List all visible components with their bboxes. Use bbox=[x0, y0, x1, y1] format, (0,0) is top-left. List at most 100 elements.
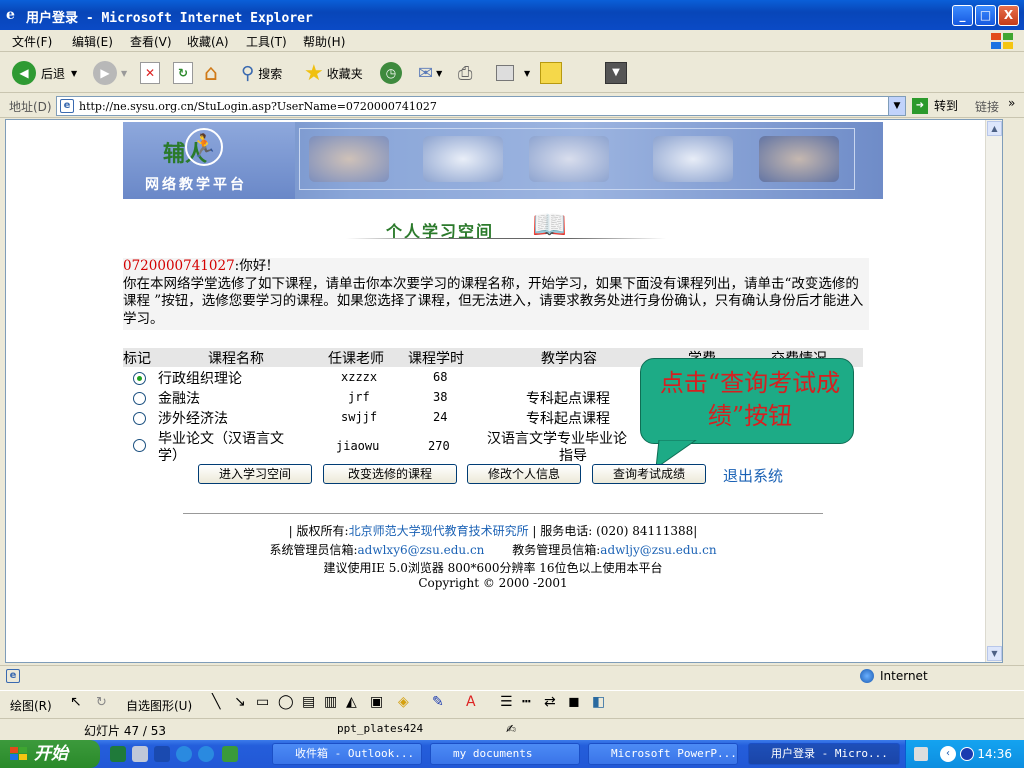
vertical-scrollbar[interactable]: ▲ ▼ bbox=[985, 120, 1002, 662]
course-name-1[interactable]: 金融法 bbox=[158, 388, 200, 408]
course-radio-1[interactable] bbox=[133, 392, 146, 405]
start-label: 开始 bbox=[34, 744, 68, 764]
fill-color-icon[interactable]: ◈ bbox=[398, 694, 409, 710]
stop-button[interactable]: ✕ bbox=[140, 59, 160, 87]
menu-tools[interactable]: 工具(T) bbox=[246, 33, 287, 50]
eduadmin-email[interactable]: adwljy@zsu.edu.cn bbox=[600, 543, 716, 557]
print-button[interactable]: ⎙ bbox=[458, 59, 472, 87]
rotate-icon[interactable]: ↻ bbox=[96, 695, 107, 710]
content-3-line1: 汉语言文学专业毕业论 bbox=[487, 431, 627, 447]
favorites-button[interactable]: ★ 收藏夹 bbox=[304, 59, 363, 87]
change-courses-button[interactable]: 改变选修的课程 bbox=[323, 464, 457, 484]
keyboard-icon[interactable] bbox=[914, 747, 928, 761]
line-tool-icon[interactable]: ╲ bbox=[212, 694, 220, 710]
diagram-tool-icon[interactable]: ◭ bbox=[346, 694, 357, 710]
ie-quicklaunch-icon-2[interactable] bbox=[198, 746, 214, 762]
oval-tool-icon[interactable]: ◯ bbox=[278, 694, 294, 710]
shadow-icon[interactable]: ◼ bbox=[568, 694, 580, 710]
line-style-icon[interactable]: ☰ bbox=[500, 694, 513, 710]
course-name-0[interactable]: 行政组织理论 bbox=[158, 368, 242, 388]
security-zone: Internet bbox=[860, 669, 928, 683]
edit-button[interactable]: ▼ bbox=[496, 59, 530, 87]
home-button[interactable]: ⌂ bbox=[204, 59, 218, 87]
rectangle-tool-icon[interactable]: ▭ bbox=[256, 694, 269, 710]
forward-button[interactable]: ▶ ▼ bbox=[93, 59, 127, 87]
line-color-icon[interactable]: ✎ bbox=[432, 694, 444, 710]
search-button[interactable]: ⚲ 搜索 bbox=[241, 59, 282, 87]
course-radio-3[interactable] bbox=[133, 439, 146, 452]
note-icon bbox=[540, 62, 562, 84]
address-input[interactable]: e http://ne.sysu.org.cn/StuLogin.asp?Use… bbox=[56, 96, 906, 116]
arrow-style-icon[interactable]: ⇄ bbox=[544, 694, 556, 710]
header-teacher: 任课老师 bbox=[328, 351, 384, 367]
task-outlook[interactable]: 收件箱 - Outlook... bbox=[272, 743, 422, 765]
select-pointer-icon[interactable]: ↖ bbox=[70, 694, 82, 710]
chevron-right-icon[interactable]: » bbox=[1008, 96, 1015, 110]
print-icon: ⎙ bbox=[458, 62, 473, 84]
search-label: 搜索 bbox=[258, 66, 283, 81]
chevron-left-icon[interactable]: ‹ bbox=[940, 746, 956, 762]
callout-text: 点击“查询考试成绩”按钮 bbox=[659, 369, 841, 430]
excel-icon[interactable] bbox=[110, 746, 126, 762]
course-name-3-line2[interactable]: 学） bbox=[158, 445, 186, 465]
content-2: 专科起点课程 bbox=[526, 411, 610, 427]
page-status-icon: e bbox=[6, 669, 20, 683]
go-button[interactable]: ➜ 转到 bbox=[912, 97, 958, 114]
messenger-button[interactable]: ▼ bbox=[605, 59, 627, 87]
task-ie[interactable]: 用户登录 - Micro... bbox=[748, 743, 900, 765]
task-my-documents[interactable]: my documents bbox=[430, 743, 580, 765]
enter-study-space-button[interactable]: 进入学习空间 bbox=[198, 464, 312, 484]
course-radio-0[interactable] bbox=[133, 372, 146, 385]
menu-favorites[interactable]: 收藏(A) bbox=[187, 33, 229, 50]
org-link[interactable]: 北京师范大学现代教育技术研究所 bbox=[349, 524, 529, 538]
clipart-tool-icon[interactable]: ▣ bbox=[370, 694, 383, 710]
mail-button[interactable]: ✉ ▼ bbox=[418, 59, 442, 87]
history-button[interactable]: ◷ bbox=[380, 59, 402, 87]
course-radio-2[interactable] bbox=[133, 412, 146, 425]
site-logo: 辅人 🏃 网络教学平台 bbox=[123, 122, 295, 199]
menu-help[interactable]: 帮助(H) bbox=[303, 33, 345, 50]
title-bar[interactable]: e 用户登录 - Microsoft Internet Explorer _ □… bbox=[0, 0, 1024, 30]
messenger-tray-icon[interactable] bbox=[960, 747, 974, 761]
menu-edit[interactable]: 编辑(E) bbox=[72, 33, 113, 50]
desktop-icon[interactable] bbox=[132, 746, 148, 762]
title-divider bbox=[346, 238, 666, 239]
close-button[interactable]: X bbox=[998, 5, 1019, 26]
menu-view[interactable]: 查看(V) bbox=[130, 33, 172, 50]
word-icon[interactable] bbox=[154, 746, 170, 762]
refresh-button[interactable]: ↻ bbox=[173, 59, 193, 87]
font-color-icon[interactable]: A bbox=[466, 694, 476, 710]
service-phone: | 服务电话: (020) 84111388| bbox=[528, 524, 698, 538]
intro-text: 0720000741027:你好! 你在本网络学堂选修了如下课程，请单击你本次要… bbox=[123, 258, 869, 330]
3d-icon[interactable]: ◧ bbox=[592, 694, 605, 710]
task-powerpoint[interactable]: Microsoft PowerP... bbox=[588, 743, 738, 765]
modify-info-button[interactable]: 修改个人信息 bbox=[467, 464, 581, 484]
scroll-up-icon[interactable]: ▲ bbox=[987, 121, 1002, 136]
links-button[interactable]: 链接 bbox=[975, 98, 999, 115]
course-name-2[interactable]: 涉外经济法 bbox=[158, 408, 228, 428]
space-title: 个人学习空间 📖 bbox=[346, 208, 666, 244]
chevron-down-icon[interactable]: ▼ bbox=[888, 97, 905, 115]
callout-bubble: 点击“查询考试成绩”按钮 bbox=[640, 358, 854, 444]
sysadmin-email[interactable]: adwlxy6@zsu.edu.cn bbox=[357, 543, 484, 557]
scroll-down-icon[interactable]: ▼ bbox=[987, 646, 1002, 661]
arrow-tool-icon[interactable]: ↘ bbox=[234, 694, 246, 710]
menu-file[interactable]: 文件(F) bbox=[12, 33, 52, 50]
note-button[interactable] bbox=[540, 59, 562, 87]
ie-quicklaunch-icon[interactable] bbox=[176, 746, 192, 762]
start-button[interactable]: 开始 bbox=[0, 740, 100, 768]
logout-link[interactable]: 退出系统 bbox=[723, 465, 783, 486]
autoshape-menu[interactable]: 自选图形(U) bbox=[126, 697, 192, 714]
textbox-tool-icon[interactable]: ▤ bbox=[302, 694, 315, 710]
chevron-down-icon: ▼ bbox=[524, 68, 531, 78]
dash-style-icon[interactable]: ┅ bbox=[522, 694, 530, 710]
back-button[interactable]: ◀ 后退 ▼ bbox=[12, 59, 77, 87]
monitor-icon[interactable] bbox=[222, 746, 238, 762]
query-scores-button[interactable]: 查询考试成绩 bbox=[592, 464, 706, 484]
draw-menu[interactable]: 绘图(R) bbox=[10, 697, 52, 714]
wordart-tool-icon[interactable]: ▥ bbox=[324, 694, 337, 710]
minimize-button[interactable]: _ bbox=[952, 5, 973, 26]
maximize-button[interactable]: □ bbox=[975, 5, 996, 26]
system-tray: ‹ 14:36 bbox=[905, 740, 1024, 768]
ppt-status-bar: 幻灯片 47 / 53 ppt_plates424 ✍ bbox=[0, 718, 1024, 740]
